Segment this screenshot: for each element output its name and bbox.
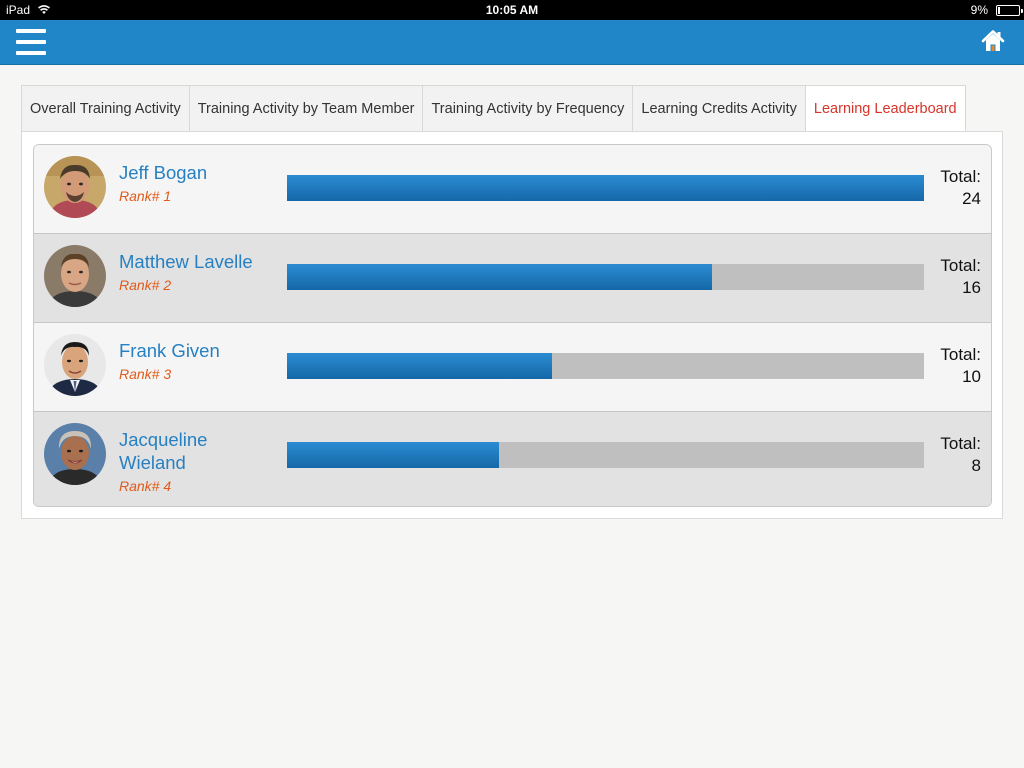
member-name[interactable]: Frank Given [119, 339, 279, 362]
status-bar: iPad 10:05 AM 9% [0, 0, 1024, 20]
tab-training-activity-by-frequency[interactable]: Training Activity by Frequency [422, 85, 633, 132]
leaderboard-row[interactable]: Jeff Bogan Rank# 1 Total: 24 [34, 145, 991, 233]
app-header [0, 20, 1024, 65]
home-icon[interactable] [980, 28, 1006, 54]
member-rank: Rank# 1 [119, 188, 172, 204]
tab-learning-leaderboard[interactable]: Learning Leaderboard [804, 85, 966, 132]
progress-bar [287, 442, 924, 468]
progress-bar-fill [287, 353, 553, 379]
tab-training-activity-by-team-member[interactable]: Training Activity by Team Member [188, 85, 423, 132]
member-name[interactable]: Jeff Bogan [119, 161, 279, 184]
avatar [44, 334, 106, 396]
battery-icon [996, 5, 1023, 16]
progress-bar [287, 353, 924, 379]
leaderboard-row[interactable]: Jacqueline Wieland Rank# 4 Total: 8 [34, 411, 991, 506]
status-time: 10:05 AM [485, 3, 539, 17]
tab-bar: Overall Training Activity Training Activ… [21, 85, 966, 132]
total-value: 24 [962, 189, 981, 208]
leaderboard-list: Jeff Bogan Rank# 1 Total: 24 Matthew Lav… [33, 144, 992, 507]
tab-learning-credits-activity[interactable]: Learning Credits Activity [632, 85, 805, 132]
progress-bar-fill [287, 175, 924, 201]
member-rank: Rank# 3 [119, 366, 172, 382]
total-label: Total: [940, 434, 981, 453]
avatar [44, 156, 106, 218]
leaderboard-row[interactable]: Frank Given Rank# 3 Total: 10 [34, 322, 991, 411]
battery-level [998, 7, 1000, 14]
tab-overall-training-activity[interactable]: Overall Training Activity [21, 85, 189, 132]
member-rank: Rank# 4 [119, 478, 172, 494]
progress-bar-fill [287, 442, 500, 468]
total-score: Total: 16 [940, 255, 981, 299]
avatar [44, 245, 106, 307]
member-rank: Rank# 2 [119, 277, 172, 293]
hamburger-menu-icon[interactable] [16, 28, 46, 56]
total-value: 16 [962, 278, 981, 297]
total-score: Total: 10 [940, 344, 981, 388]
progress-bar [287, 264, 924, 290]
progress-bar-fill [287, 264, 712, 290]
total-score: Total: 8 [940, 433, 981, 477]
total-value: 10 [962, 367, 981, 386]
total-label: Total: [940, 256, 981, 275]
member-name[interactable]: Jacqueline Wieland [119, 428, 279, 474]
total-label: Total: [940, 345, 981, 364]
leaderboard-row[interactable]: Matthew Lavelle Rank# 2 Total: 16 [34, 233, 991, 322]
total-label: Total: [940, 167, 981, 186]
progress-bar [287, 175, 924, 201]
member-name[interactable]: Matthew Lavelle [119, 250, 279, 273]
content-panel: Jeff Bogan Rank# 1 Total: 24 Matthew Lav… [21, 131, 1003, 519]
avatar [44, 423, 106, 485]
total-value: 8 [971, 456, 981, 475]
total-score: Total: 24 [940, 166, 981, 210]
battery-percent: 9% [970, 3, 988, 17]
